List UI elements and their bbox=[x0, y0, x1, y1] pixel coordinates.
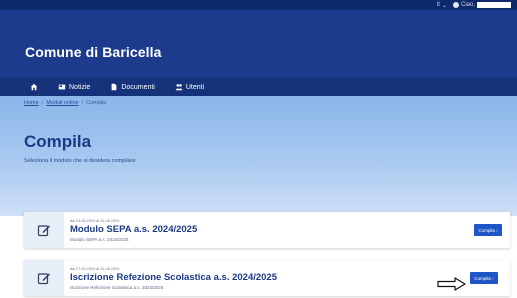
newspaper-icon bbox=[58, 84, 66, 90]
nav-item-notizie[interactable]: Notizie bbox=[58, 83, 90, 91]
compila-button[interactable]: Compila › bbox=[470, 272, 498, 284]
user-greeting: Ciao, bbox=[460, 2, 475, 8]
main-nav: Notizie Documenti Utenti bbox=[0, 78, 517, 96]
edit-icon bbox=[37, 273, 50, 285]
breadcrumb-home[interactable]: Home bbox=[24, 100, 39, 106]
home-icon bbox=[30, 83, 38, 91]
user-menu[interactable]: Ciao, bbox=[452, 2, 511, 8]
nav-label-documenti: Documenti bbox=[121, 83, 155, 91]
breadcrumb-moduli[interactable]: Moduli online bbox=[46, 100, 78, 106]
breadcrumb-current: Compila bbox=[86, 100, 107, 106]
form-card: dal 03.06.2024 al 31.08.2024 Modulo SEPA… bbox=[24, 212, 510, 248]
arrow-right-icon bbox=[437, 277, 466, 291]
nav-item-documenti[interactable]: Documenti bbox=[110, 83, 155, 91]
nav-label-notizie: Notizie bbox=[69, 83, 91, 91]
users-icon bbox=[175, 84, 183, 91]
user-area: it ⌄ Ciao, bbox=[437, 1, 511, 9]
card-dates: dal 03.06.2024 al 31.08.2024 bbox=[70, 218, 120, 223]
card-body: dal 03.06.2024 al 31.08.2024 Modulo SEPA… bbox=[64, 219, 510, 242]
edit-icon bbox=[37, 225, 50, 237]
nav-label-utenti: Utenti bbox=[185, 83, 205, 91]
redacted-username bbox=[477, 2, 511, 8]
user-icon bbox=[452, 2, 459, 8]
nav-item-utenti[interactable]: Utenti bbox=[175, 83, 204, 91]
document-icon bbox=[112, 83, 117, 91]
language-code: it bbox=[436, 2, 440, 8]
page-subtitle: Seleziona il modulo che si desidera comp… bbox=[24, 158, 136, 164]
breadcrumb: Home / Moduli online / Compila bbox=[24, 100, 106, 106]
card-icon-box bbox=[24, 260, 64, 296]
card-icon-box bbox=[24, 212, 64, 248]
site-header: Comune di Baricella bbox=[0, 10, 517, 78]
chevron-down-icon: ⌄ bbox=[441, 2, 447, 9]
page-hero: Home / Moduli online / Compila Compila S… bbox=[0, 96, 517, 216]
breadcrumb-separator: / bbox=[81, 100, 84, 106]
nav-item-home[interactable] bbox=[30, 83, 38, 91]
top-bar: it ⌄ Ciao, bbox=[0, 0, 517, 10]
card-dates: dal 27.05.2024 al 31.08.2024 bbox=[70, 266, 120, 271]
page-title: Compila bbox=[24, 132, 92, 151]
language-selector[interactable]: it ⌄ bbox=[437, 2, 447, 9]
breadcrumb-separator: / bbox=[41, 100, 44, 106]
compila-button[interactable]: Compila › bbox=[474, 224, 502, 236]
card-description: Modulo SEPA a.s. 2024/2025 bbox=[70, 236, 129, 242]
card-title[interactable]: Modulo SEPA a.s. 2024/2025 bbox=[70, 224, 510, 235]
site-title[interactable]: Comune di Baricella bbox=[25, 44, 162, 60]
